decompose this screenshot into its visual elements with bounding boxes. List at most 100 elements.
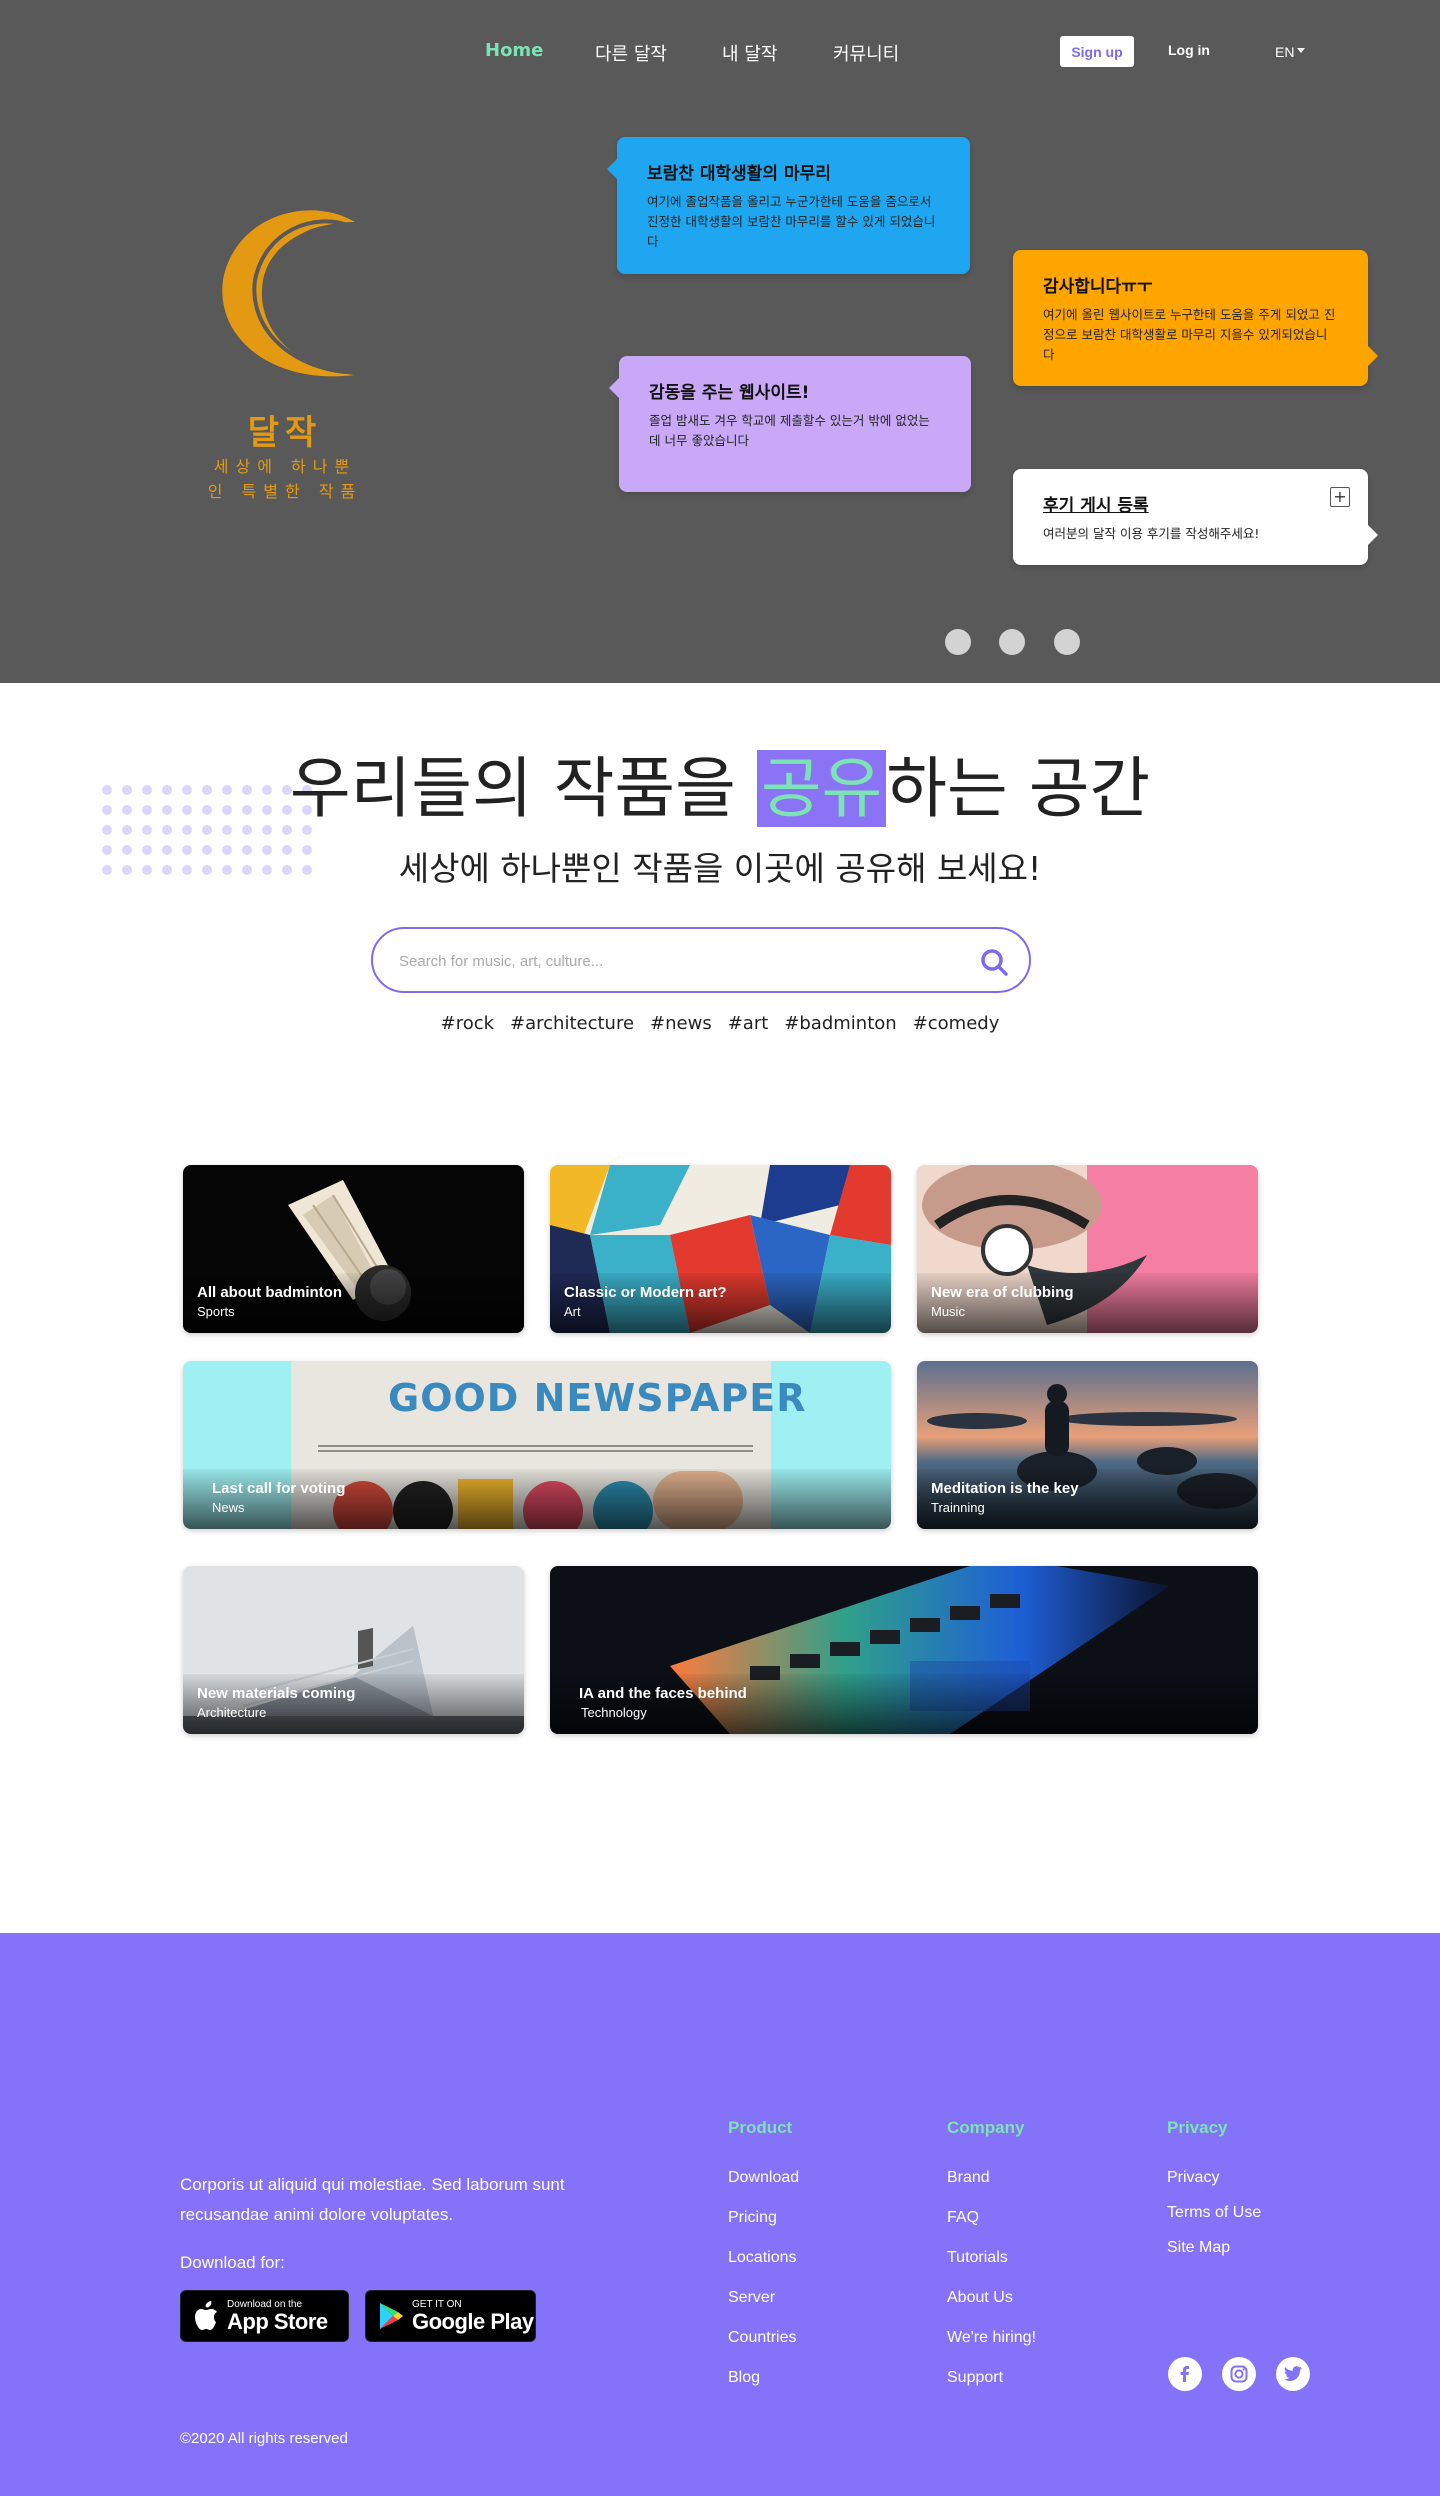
- carousel-dot-2[interactable]: [999, 629, 1025, 655]
- tag-art[interactable]: #art: [728, 1013, 769, 1034]
- footer-link-pricing[interactable]: Pricing: [728, 2209, 777, 2227]
- write-review-title[interactable]: 후기 게시 등록: [1043, 491, 1338, 516]
- moon-logo-icon: [222, 210, 355, 377]
- tag-news[interactable]: #news: [650, 1013, 712, 1034]
- card-title: Meditation is the key: [931, 1480, 1079, 1497]
- login-button[interactable]: Log in: [1168, 42, 1210, 58]
- footer-link-blog[interactable]: Blog: [728, 2369, 760, 2387]
- facebook-icon[interactable]: [1168, 2357, 1202, 2391]
- testimonial-bubble-2: 감동을 주는 웹사이트! 졸업 밤새도 겨우 학교에 제출할수 있는거 밖에 없…: [609, 356, 971, 492]
- card-category: Sports: [197, 1304, 235, 1319]
- card-shade: [917, 1469, 1258, 1529]
- search-bar[interactable]: [371, 927, 1031, 993]
- footer-link-countries[interactable]: Countries: [728, 2329, 796, 2347]
- carousel-dot-3[interactable]: [1054, 629, 1080, 655]
- testimonial-bubble-3: 감사합니다ㅠㅜ 여기에 올린 웹사이트로 누구한테 도움을 주게 되었고 진정으…: [1013, 250, 1378, 386]
- nav-home[interactable]: Home: [485, 40, 543, 61]
- nav-community[interactable]: 커뮤니티: [833, 40, 899, 66]
- add-review-icon[interactable]: +: [1330, 487, 1350, 507]
- google-play-button[interactable]: GET IT ON Google Play: [365, 2290, 536, 2342]
- card-category: Architecture: [197, 1705, 267, 1720]
- nav-other-works[interactable]: 다른 달작: [595, 40, 667, 66]
- nav-my-works[interactable]: 내 달작: [722, 40, 777, 66]
- language-selector[interactable]: EN: [1275, 44, 1306, 60]
- footer-description: Corporis ut aliquid qui molestiae. Sed l…: [180, 2175, 565, 2224]
- bubble-body: 여기에 졸업작품을 올리고 누군가한테 도움을 줌으로서 진정한 대학생활의 보…: [647, 194, 936, 249]
- card-news[interactable]: GOOD NEWSPAPER Last call for voting News: [183, 1361, 891, 1529]
- download-label: Download for:: [180, 2253, 285, 2272]
- card-category: News: [212, 1500, 245, 1515]
- headline-text-before: 우리들의 작품을: [289, 750, 757, 827]
- card-meditation[interactable]: Meditation is the key Trainning: [917, 1361, 1258, 1529]
- footer-heading-privacy: Privacy: [1167, 2118, 1228, 2137]
- card-title: Last call for voting: [212, 1480, 346, 1497]
- card-badminton[interactable]: All about badminton Sports: [183, 1165, 524, 1333]
- testimonial-bubble-1: 보람찬 대학생활의 마무리 여기에 졸업작품을 올리고 누군가한테 도움을 줌으…: [607, 137, 970, 274]
- bubble-body: 여기에 올린 웹사이트로 누구한테 도움을 주게 되었고 진정으로 보람찬 대학…: [1043, 307, 1336, 362]
- card-art[interactable]: Classic or Modern art? Art: [550, 1165, 891, 1333]
- footer-link-tutorials[interactable]: Tutorials: [947, 2249, 1008, 2267]
- card-title: Classic or Modern art?: [564, 1284, 727, 1301]
- footer-link-download[interactable]: Download: [728, 2169, 799, 2187]
- tag-badminton[interactable]: #badminton: [784, 1013, 896, 1034]
- write-review-card[interactable]: 후기 게시 등록 여러분의 달작 이용 후기를 작성해주세요! +: [1013, 469, 1378, 565]
- footer-link-locations[interactable]: Locations: [728, 2249, 797, 2267]
- tag-rock[interactable]: #rock: [441, 1013, 494, 1034]
- signup-button[interactable]: Sign up: [1060, 36, 1134, 67]
- logo-tagline-2: 인 특별한 작품: [207, 482, 363, 501]
- app-store-button[interactable]: Download on the App Store: [180, 2290, 349, 2342]
- footer-link-faq[interactable]: FAQ: [947, 2209, 979, 2227]
- apple-icon: [195, 2301, 217, 2330]
- footer-link-privacy[interactable]: Privacy: [1167, 2169, 1219, 2187]
- footer-link-terms[interactable]: Terms of Use: [1167, 2204, 1261, 2222]
- card-category: Art: [564, 1304, 581, 1319]
- footer-link-hiring[interactable]: We're hiring!: [947, 2329, 1036, 2347]
- card-title: IA and the faces behind: [579, 1685, 747, 1702]
- tag-architecture[interactable]: #architecture: [510, 1013, 634, 1034]
- google-play-icon: [380, 2303, 403, 2329]
- google-play-big: Google Play: [412, 2308, 534, 2334]
- logo-name: 달작: [247, 413, 323, 453]
- bubble-title: 감동을 주는 웹사이트!: [649, 383, 810, 403]
- newspaper-headline: GOOD NEWSPAPER: [388, 1376, 807, 1420]
- search-input[interactable]: [399, 947, 959, 975]
- headline-text-after: 하는 공간: [886, 750, 1151, 827]
- footer-heading-company: Company: [947, 2118, 1025, 2137]
- card-title: New era of clubbing: [931, 1284, 1074, 1301]
- carousel-dot-1[interactable]: [945, 629, 971, 655]
- bubble-title: 감사합니다ㅠㅜ: [1043, 277, 1153, 297]
- card-technology[interactable]: IA and the faces behind Technology: [550, 1566, 1258, 1734]
- card-shade: [550, 1674, 1258, 1734]
- google-play-small: GET IT ON: [412, 2298, 462, 2310]
- headline-highlight: 공유: [756, 750, 887, 827]
- bubble-body: 졸업 밤새도 겨우 학교에 제출할수 있는거 밖에 없었는데 너무 좋았습니다: [649, 413, 930, 448]
- card-title: New materials coming: [197, 1685, 356, 1702]
- twitter-icon[interactable]: [1276, 2357, 1310, 2391]
- footer-link-support[interactable]: Support: [947, 2369, 1003, 2387]
- page-headline: 우리들의 작품을 공유하는 공간: [0, 735, 1440, 831]
- app-store-small: Download on the: [227, 2298, 303, 2310]
- footer-link-about-us[interactable]: About Us: [947, 2289, 1013, 2307]
- footer: Corporis ut aliquid qui molestiae. Sed l…: [0, 1933, 1440, 2496]
- write-review-body: 여러분의 달작 이용 후기를 작성해주세요!: [1043, 526, 1260, 541]
- instagram-icon[interactable]: [1222, 2357, 1256, 2391]
- bubble-title: 보람찬 대학생활의 마무리: [647, 164, 831, 184]
- card-shade: [183, 1674, 524, 1734]
- search-icon[interactable]: [979, 947, 1009, 977]
- logo-tagline-1: 세상에 하나뿐: [213, 457, 357, 476]
- footer-link-sitemap[interactable]: Site Map: [1167, 2239, 1230, 2257]
- card-shade: [550, 1273, 891, 1333]
- chevron-down-icon: [1297, 47, 1306, 53]
- hero-section: Home 다른 달작 내 달작 커뮤니티 Sign up Log in EN 달…: [0, 0, 1440, 683]
- footer-heading-product: Product: [728, 2118, 793, 2137]
- tag-list: #rock #architecture #news #art #badminto…: [0, 1013, 1440, 1034]
- tag-comedy[interactable]: #comedy: [913, 1013, 1000, 1034]
- card-category: Music: [931, 1304, 965, 1319]
- footer-link-server[interactable]: Server: [728, 2289, 775, 2307]
- card-shade: [917, 1273, 1258, 1333]
- card-shade: [183, 1273, 524, 1333]
- card-architecture[interactable]: New materials coming Architecture: [183, 1566, 524, 1734]
- card-music[interactable]: New era of clubbing Music: [917, 1165, 1258, 1333]
- page-subheadline: 세상에 하나뿐인 작품을 이곳에 공유해 보세요!: [398, 849, 1042, 888]
- footer-link-brand[interactable]: Brand: [947, 2169, 990, 2187]
